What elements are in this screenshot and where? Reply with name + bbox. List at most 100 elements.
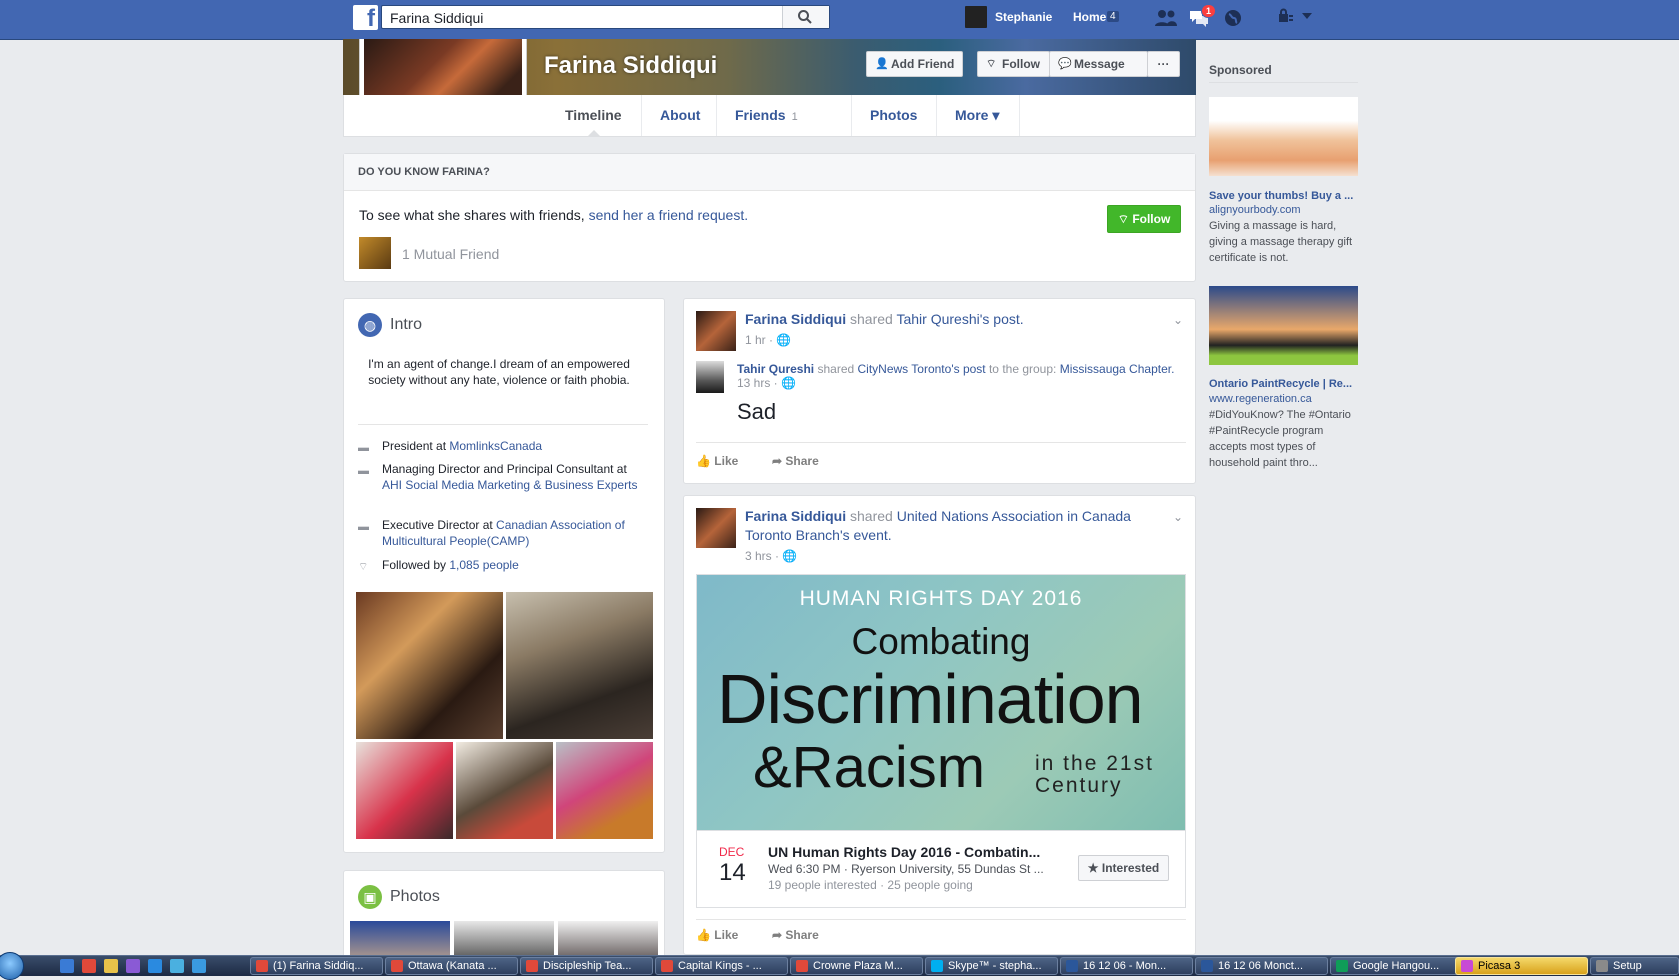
event-image-text: Combating <box>851 621 1031 662</box>
account-menu-chevron-down-icon[interactable] <box>1302 13 1312 21</box>
inner-post-timestamp[interactable]: 13 hrs · 🌐 <box>737 376 796 390</box>
taskbar-item[interactable]: 16 12 06 Monct... <box>1195 957 1328 975</box>
app-icon[interactable] <box>170 959 184 973</box>
post-timestamp[interactable]: 1 hr · 🌐 <box>745 333 791 347</box>
intro-photo[interactable] <box>356 592 503 739</box>
message-button[interactable]: 💬 Message <box>1049 51 1148 77</box>
globe-icon: ◍ <box>358 313 382 337</box>
ad-body: #DidYouKnow? The #Ontario #PaintRecycle … <box>1209 409 1351 469</box>
followers-link[interactable]: 1,085 people <box>449 558 518 572</box>
mutual-friend-link[interactable]: 1 Mutual Friend <box>402 246 499 262</box>
add-friend-button[interactable]: 👤 Add Friend <box>866 51 963 77</box>
intro-photo[interactable] <box>556 742 653 839</box>
ad-domain-link[interactable]: alignyourbody.com <box>1209 204 1301 216</box>
taskbar-item[interactable]: Crowne Plaza M... <box>790 957 923 975</box>
sponsored-title: Sponsored <box>1209 63 1272 77</box>
show-desktop-icon[interactable] <box>60 959 74 973</box>
chrome-icon[interactable] <box>82 959 96 973</box>
explorer-folder-icon[interactable] <box>104 959 118 973</box>
post-options-chevron-down-icon[interactable]: ⌄ <box>1173 313 1183 327</box>
facebook-logo-icon[interactable]: f <box>353 5 378 32</box>
shared-post-link[interactable]: 's post. <box>980 311 1024 327</box>
post-timestamp[interactable]: 3 hrs · 🌐 <box>745 549 797 563</box>
original-post-link[interactable]: 's post <box>951 362 985 376</box>
workplace-link[interactable]: MomlinksCanada <box>449 439 542 453</box>
event-title-link[interactable]: UN Human Rights Day 2016 - Combatin... <box>768 844 1040 860</box>
ad-title-link[interactable]: Save your thumbs! Buy a ... <box>1209 190 1359 202</box>
interested-button[interactable]: ★ Interested <box>1078 855 1169 881</box>
ad-image-skyline[interactable] <box>1209 286 1358 365</box>
friend-requests-icon[interactable] <box>1154 8 1178 28</box>
author-avatar[interactable] <box>696 508 736 548</box>
taskbar-item[interactable]: (1) Farina Siddiq... <box>250 957 383 975</box>
internet-explorer-icon[interactable] <box>148 959 162 973</box>
taskbar-item[interactable]: Ottawa (Kanata ... <box>385 957 518 975</box>
user-name-link[interactable]: Stephanie <box>995 10 1052 24</box>
author-avatar[interactable] <box>696 311 736 351</box>
taskbar-item[interactable]: Google Hangou... <box>1330 957 1463 975</box>
inner-author-link[interactable]: Tahir Qureshi <box>737 362 814 376</box>
friend-request-link[interactable]: send her a friend request. <box>589 207 749 223</box>
share-button[interactable]: ➦ Share <box>772 454 819 468</box>
home-link[interactable]: Home <box>1073 10 1106 24</box>
intro-photo[interactable] <box>506 592 653 739</box>
inner-author-avatar[interactable] <box>696 361 724 393</box>
search-icon <box>798 10 812 24</box>
shared-event-link[interactable]: 's event. <box>840 527 892 543</box>
taskbar-item[interactable]: 16 12 06 - Mon... <box>1060 957 1193 975</box>
search-button[interactable] <box>782 6 829 28</box>
follow-green-button[interactable]: ⌔ Follow <box>1107 205 1181 233</box>
like-button[interactable]: 👍 Like <box>696 454 738 468</box>
ad-image-thumbs[interactable] <box>1209 97 1358 176</box>
intro-photo[interactable] <box>456 742 553 839</box>
windows-taskbar: (1) Farina Siddiq... Ottawa (Kanata ... … <box>0 952 1679 980</box>
ad-title-link[interactable]: Ontario PaintRecycle | Re... <box>1209 378 1359 390</box>
tab-photos[interactable]: Photos <box>852 95 937 136</box>
user-avatar[interactable] <box>965 6 987 28</box>
post-message: Sad <box>737 399 777 424</box>
download-icon[interactable] <box>192 959 206 973</box>
follow-button[interactable]: ⌔ Follow <box>977 51 1050 77</box>
taskbar-item[interactable]: Capital Kings - ... <box>655 957 788 975</box>
start-button[interactable] <box>0 952 24 980</box>
taskbar-item-active[interactable]: Picasa 3 <box>1455 957 1588 975</box>
author-link[interactable]: Farina Siddiqui <box>745 508 846 524</box>
tab-timeline[interactable]: Timeline <box>547 95 642 136</box>
taskbar-item[interactable]: Setup <box>1590 957 1679 975</box>
rss-icon: ⌔ <box>1117 212 1133 226</box>
home-count-badge: 4 <box>1107 11 1119 22</box>
taskbar-item[interactable]: Discipleship Tea... <box>520 957 653 975</box>
author-link[interactable]: Farina Siddiqui <box>745 311 846 327</box>
briefcase-icon: ▬ <box>358 521 369 533</box>
ad-domain-link[interactable]: www.regeneration.ca <box>1209 393 1312 405</box>
briefcase-icon: ▬ <box>358 465 369 477</box>
post-options-chevron-down-icon[interactable]: ⌄ <box>1173 510 1183 524</box>
rss-icon: ⌔ <box>986 58 997 70</box>
app-icon[interactable] <box>126 959 140 973</box>
divider <box>696 919 1186 920</box>
share-button[interactable]: ➦ Share <box>772 928 819 942</box>
event-image-text: in the 21st Century <box>1035 752 1154 797</box>
tab-friends[interactable]: Friends1 Mutual <box>717 95 852 166</box>
profile-name[interactable]: Farina Siddiqui <box>544 52 717 80</box>
taskbar-item[interactable]: Skype™ - stepha... <box>925 957 1058 975</box>
messenger-icon: 💬 <box>1058 58 1072 70</box>
search-input[interactable] <box>388 8 782 28</box>
tab-about[interactable]: About <box>642 95 717 136</box>
more-options-button[interactable]: ··· <box>1147 51 1180 77</box>
privacy-shortcuts-icon[interactable] <box>1278 8 1294 24</box>
event-cover-image[interactable]: HUMAN RIGHTS DAY 2016 Combating Discrimi… <box>696 574 1186 831</box>
like-button[interactable]: 👍 Like <box>696 928 738 942</box>
divider <box>696 442 1186 443</box>
shared-from-link[interactable]: Tahir Qureshi <box>896 311 979 327</box>
top-navigation-bar: f Stephanie Home 4 1 <box>0 0 1679 40</box>
notifications-globe-icon[interactable] <box>1223 8 1243 28</box>
group-link[interactable]: Mississauga Chapter. <box>1060 362 1175 376</box>
intro-photo[interactable] <box>356 742 453 839</box>
mutual-friend-avatar[interactable] <box>359 237 391 269</box>
do-you-know-header: DO YOU KNOW FARINA? <box>344 154 1195 191</box>
workplace-link[interactable]: AHI Social Media Marketing & Business Ex… <box>382 478 637 492</box>
event-location: Wed 6:30 PM · Ryerson University, 55 Dun… <box>768 862 1044 876</box>
tab-more[interactable]: More ▾ <box>937 95 1020 136</box>
page-link[interactable]: CityNews Toronto <box>858 362 952 376</box>
